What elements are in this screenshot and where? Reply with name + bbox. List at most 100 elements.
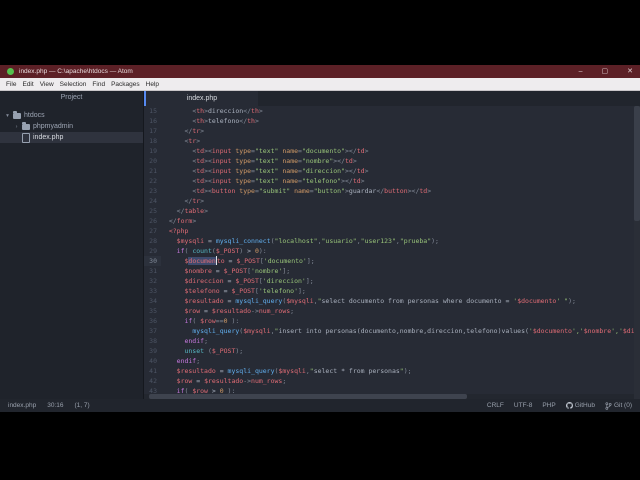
maximize-icon[interactable]: ▢ bbox=[602, 65, 609, 78]
tree-item-label: phpmyadmin bbox=[33, 123, 74, 130]
code-line[interactable]: 16 <th>telefono</th> bbox=[144, 116, 640, 126]
folder-icon bbox=[13, 111, 21, 119]
horizontal-scrollbar[interactable] bbox=[144, 394, 634, 399]
code-line[interactable]: 15 <th>direccion</th> bbox=[144, 106, 640, 116]
status-crlf[interactable]: CRLF bbox=[487, 402, 504, 409]
code-text: <td><input type="text" name="nombre"></t… bbox=[192, 157, 357, 165]
code-line[interactable]: 32 $direccion = $_POST['direccion']; bbox=[144, 276, 640, 286]
status--1-7-[interactable]: (1, 7) bbox=[74, 402, 89, 409]
menu-item-help[interactable]: Help bbox=[146, 81, 159, 88]
status-github[interactable]: GitHub bbox=[565, 402, 595, 409]
code-line[interactable]: 40 endif; bbox=[144, 356, 640, 366]
tree-item-index-php[interactable]: index.php bbox=[0, 132, 143, 143]
code-line[interactable]: 27 <?php bbox=[144, 226, 640, 236]
status-30-16[interactable]: 30:16 bbox=[47, 402, 63, 409]
code-text: $direccion = $_POST['direccion']; bbox=[184, 277, 314, 285]
line-number: 20 bbox=[149, 157, 157, 165]
code-line[interactable]: 30 $documento = $_POST['documento']; bbox=[144, 256, 640, 266]
code-line[interactable]: 29 if( count($_POST) > 0): bbox=[144, 246, 640, 256]
github-icon bbox=[565, 402, 573, 409]
chevron-icon: › bbox=[15, 123, 18, 130]
menu-item-packages[interactable]: Packages bbox=[111, 81, 140, 88]
code-editor[interactable]: 15 <th>direccion</th> 16 <th>telefono</th… bbox=[144, 106, 640, 399]
status-label: Git (0) bbox=[613, 402, 632, 409]
tab-bar: index.php bbox=[144, 91, 640, 106]
tree-list: ▾ htdocs › phpmyadmin index.php bbox=[0, 105, 143, 143]
status-label: (1, 7) bbox=[74, 402, 90, 409]
window-controls: – ▢ ✕ bbox=[579, 65, 633, 78]
line-number: 22 bbox=[149, 177, 157, 185]
code-line[interactable]: 28 $mysqli = mysqli_connect("localhost",… bbox=[144, 236, 640, 246]
status-left: index.php 30:16 (1, 7) bbox=[8, 402, 90, 409]
code-line[interactable]: 38 endif; bbox=[144, 336, 640, 346]
code-text: </tr> bbox=[184, 127, 205, 135]
code-line[interactable]: 33 $telefono = $_POST['telefono']; bbox=[144, 286, 640, 296]
tree-item-phpmyadmin[interactable]: › phpmyadmin bbox=[0, 121, 143, 132]
status-bar: index.php 30:16 (1, 7) CRLF UTF-8 PHP GitHub G… bbox=[0, 399, 640, 412]
code-line[interactable]: 22 <td><input type="text" name="telefono… bbox=[144, 176, 640, 186]
vertical-scrollbar[interactable] bbox=[634, 106, 640, 399]
code-line[interactable]: 42 $row = $resultado->num_rows; bbox=[144, 376, 640, 386]
line-number: 19 bbox=[149, 147, 157, 155]
code-text: $resultado = mysqli_query($mysqli,"selec… bbox=[176, 367, 412, 375]
git-branch-icon bbox=[605, 401, 612, 410]
line-number: 29 bbox=[149, 247, 157, 255]
code-text: <td><input type="text" name="telefono"><… bbox=[192, 177, 365, 185]
menu-item-selection[interactable]: Selection bbox=[60, 81, 87, 88]
menu-item-edit[interactable]: Edit bbox=[22, 81, 33, 88]
close-icon[interactable]: ✕ bbox=[627, 65, 633, 78]
code-line[interactable]: 24 </tr> bbox=[144, 196, 640, 206]
code-line[interactable]: 21 <td><input type="text" name="direccio… bbox=[144, 166, 640, 176]
tree-item-htdocs[interactable]: ▾ htdocs bbox=[0, 110, 143, 121]
active-pane-accent bbox=[144, 91, 146, 106]
line-number: 42 bbox=[149, 377, 157, 385]
code-line[interactable]: 37 mysqli_query($mysqli,"insert into per… bbox=[144, 326, 640, 336]
line-number: 16 bbox=[149, 117, 157, 125]
code-text: <th>telefono</th> bbox=[192, 117, 259, 125]
status-git-0-[interactable]: Git (0) bbox=[605, 401, 632, 410]
status-utf-8[interactable]: UTF-8 bbox=[514, 402, 532, 409]
code-text: endif; bbox=[176, 357, 201, 365]
line-number: 21 bbox=[149, 167, 157, 175]
code-text: unset ($_POST); bbox=[184, 347, 244, 355]
folder-icon bbox=[22, 122, 30, 130]
status-index-php[interactable]: index.php bbox=[8, 402, 36, 409]
line-number: 40 bbox=[149, 357, 157, 365]
menu-item-view[interactable]: View bbox=[40, 81, 54, 88]
status-php[interactable]: PHP bbox=[542, 402, 555, 409]
code-text: <tr> bbox=[184, 137, 201, 145]
code-text: $row = $resultado->num_rows; bbox=[176, 377, 287, 385]
code-line[interactable]: 17 </tr> bbox=[144, 126, 640, 136]
code-line[interactable]: 39 unset ($_POST); bbox=[144, 346, 640, 356]
code-text: $resultado = mysqli_query($mysqli,"selec… bbox=[184, 297, 576, 305]
line-number: 37 bbox=[149, 327, 157, 335]
code-line[interactable]: 31 $nombre = $_POST['nombre']; bbox=[144, 266, 640, 276]
code-text: $telefono = $_POST['telefono']; bbox=[184, 287, 306, 295]
status-label: PHP bbox=[542, 402, 556, 409]
line-number: 28 bbox=[149, 237, 157, 245]
code-line[interactable]: 26 </form> bbox=[144, 216, 640, 226]
line-number: 15 bbox=[149, 107, 157, 115]
editor-pane: index.php 15 <th>direccion</th> 16 <th>te… bbox=[144, 91, 640, 399]
status-label: GitHub bbox=[574, 402, 595, 409]
code-line[interactable]: 20 <td><input type="text" name="nombre">… bbox=[144, 156, 640, 166]
code-line[interactable]: 35 $row = $resultado->num_rows; bbox=[144, 306, 640, 316]
code-text: $row = $resultado->num_rows; bbox=[184, 307, 295, 315]
code-line[interactable]: 34 $resultado = mysqli_query($mysqli,"se… bbox=[144, 296, 640, 306]
menu-item-file[interactable]: File bbox=[6, 81, 16, 88]
menu-item-find[interactable]: Find bbox=[92, 81, 105, 88]
vertical-scrollbar-thumb[interactable] bbox=[634, 106, 640, 221]
code-line[interactable]: 41 $resultado = mysqli_query($mysqli,"se… bbox=[144, 366, 640, 376]
code-line[interactable]: 36 if( $row==0 ): bbox=[144, 316, 640, 326]
tree-view-header: Project bbox=[60, 94, 83, 101]
minimize-icon[interactable]: – bbox=[579, 65, 583, 78]
line-number: 24 bbox=[149, 197, 157, 205]
code-line[interactable]: 23 <td><button type="submit" name="butto… bbox=[144, 186, 640, 196]
line-number: 34 bbox=[149, 297, 157, 305]
code-line[interactable]: 25 </table> bbox=[144, 206, 640, 216]
code-line[interactable]: 18 <tr> bbox=[144, 136, 640, 146]
horizontal-scrollbar-thumb[interactable] bbox=[149, 394, 467, 399]
tab-index-php[interactable]: index.php bbox=[146, 91, 258, 106]
status-label: index.php bbox=[8, 402, 37, 409]
code-line[interactable]: 19 <td><input type="text" name="document… bbox=[144, 146, 640, 156]
